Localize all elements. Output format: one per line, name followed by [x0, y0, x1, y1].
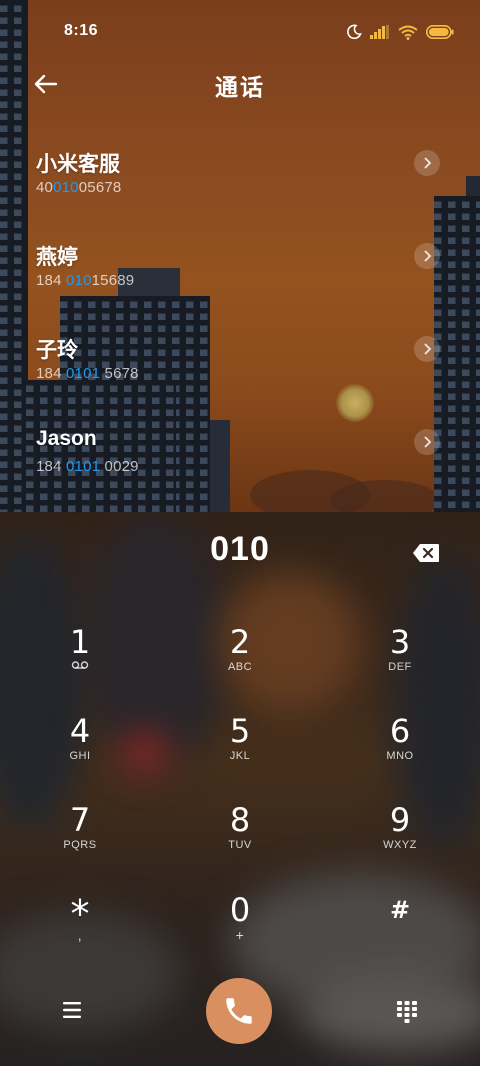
page-title: 通话: [215, 74, 265, 100]
phone-icon: [226, 998, 252, 1024]
contact-detail-button[interactable]: [414, 243, 440, 269]
key-4[interactable]: 4 GHI: [30, 713, 130, 793]
key-5[interactable]: 5 JKL: [190, 713, 290, 793]
dialpad-icon: [397, 1001, 417, 1023]
key-6[interactable]: 6 MNO: [350, 713, 450, 793]
call-button[interactable]: [206, 978, 272, 1044]
hamburger-menu-icon: [63, 1002, 81, 1018]
signal-icon: [370, 25, 390, 39]
contact-item[interactable]: 子玲 184 0101 5678: [0, 312, 480, 404]
key-8[interactable]: 8 TUV: [190, 802, 290, 882]
key-3[interactable]: 3 DEF: [350, 624, 450, 704]
contact-item[interactable]: Jason 184 0101 0029: [0, 405, 480, 497]
moon-icon: [346, 24, 362, 40]
contact-detail-button[interactable]: [414, 336, 440, 362]
contact-name: 小米客服: [36, 153, 120, 176]
contact-name: Jason: [36, 427, 97, 450]
key-0[interactable]: 0 +: [190, 892, 290, 972]
voicemail-icon: [71, 661, 89, 669]
key-hash[interactable]: #: [350, 892, 450, 972]
menu-button[interactable]: [61, 1000, 85, 1020]
backspace-icon: [413, 544, 439, 562]
keypad-toggle-button[interactable]: [396, 1000, 418, 1024]
status-bar: 8:16: [0, 0, 480, 62]
contact-number: 184 0101 0029: [36, 458, 139, 475]
battery-icon: [426, 25, 454, 39]
backspace-button[interactable]: [412, 543, 440, 563]
contact-number: 184 0101 5678: [36, 365, 139, 382]
contact-detail-button[interactable]: [414, 429, 440, 455]
key-9[interactable]: 9 WXYZ: [350, 802, 450, 882]
key-7[interactable]: 7 PQRS: [30, 802, 130, 882]
header: 通话: [0, 62, 480, 106]
key-2[interactable]: 2 ABC: [190, 624, 290, 704]
dial-number-display[interactable]: 010: [0, 530, 480, 580]
chevron-right-icon: [424, 157, 432, 169]
chevron-right-icon: [424, 436, 432, 448]
contact-item[interactable]: 燕婷 184 01015689: [0, 219, 480, 311]
contact-name: 子玲: [36, 339, 78, 362]
contact-name: 燕婷: [36, 246, 78, 269]
chevron-right-icon: [424, 250, 432, 262]
contact-item[interactable]: 小米客服 4001005678: [0, 126, 480, 218]
contact-number: 184 01015689: [36, 272, 135, 289]
key-star[interactable]: * ,: [30, 892, 130, 972]
key-1[interactable]: 1: [30, 624, 130, 704]
wifi-icon: [398, 25, 418, 40]
chevron-right-icon: [424, 343, 432, 355]
contact-detail-button[interactable]: [414, 150, 440, 176]
contact-number: 4001005678: [36, 179, 122, 196]
status-time: 8:16: [64, 22, 99, 39]
